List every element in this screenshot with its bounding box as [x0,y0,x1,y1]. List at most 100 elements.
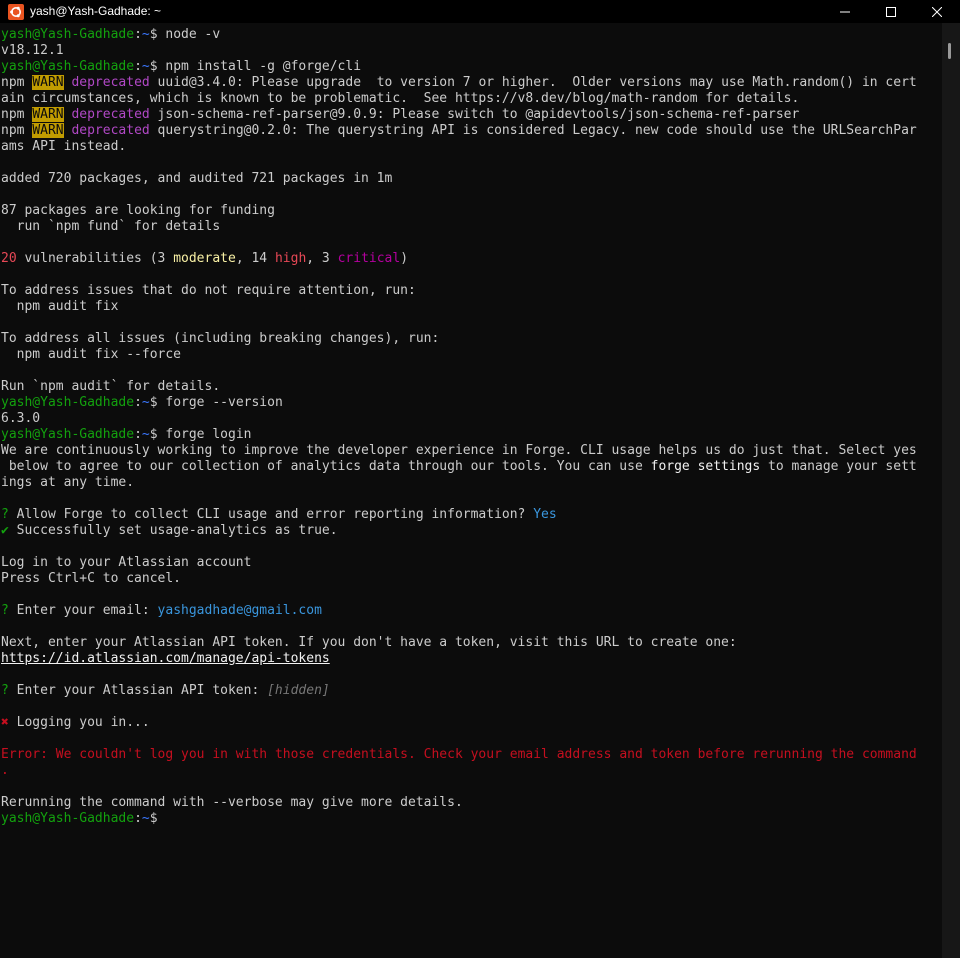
close-button[interactable] [914,0,960,23]
window-titlebar: yash@Yash-Gadhade: ~ [0,0,960,23]
question-line: ? Enter your email: yashgadhade@gmail.co… [1,603,941,619]
prompt-symbol: $ [149,811,158,826]
ubuntu-icon[interactable] [8,4,24,20]
command-text: npm install -g @forge/cli [165,59,362,74]
vuln-critical: critical [337,251,401,266]
failure-line: ✖ Logging you in... [1,715,941,731]
question-text: Enter your Atlassian API token: [8,683,268,698]
npm-label: npm [1,123,33,138]
warning-message: json-schema-ref-parser@9.0.9: Please swi… [157,107,800,122]
question-line: ? Enter your Atlassian API token: [hidde… [1,683,941,699]
question-icon: ? [1,507,9,522]
warning-line: npm WARN deprecated querystring@0.2.0: T… [1,123,941,139]
vuln-text: vulnerabilities (3 [16,251,174,266]
command-text: node -v [165,27,221,42]
prompt-sep: : [134,811,142,826]
close-icon [932,6,942,17]
output-line: below to agree to our collection of anal… [1,459,941,475]
minimize-icon [840,11,850,12]
output-line: added 720 packages, and audited 721 pack… [1,171,393,186]
output-line: npm audit fix [1,299,119,314]
question-text: Enter your email: [8,603,158,618]
intro-text: below to agree to our collection of anal… [1,459,651,474]
vuln-count: 20 [1,251,17,266]
prompt-line: yash@Yash-Gadhade:~$ npm install -g @for… [1,59,941,75]
prompt-symbol: $ [149,427,166,442]
prompt-user: yash@Yash-Gadhade [1,427,135,442]
maximize-icon [886,6,896,17]
terminal-output[interactable]: yash@Yash-Gadhade:~$ node -v v18.12.1 ya… [1,27,941,958]
prompt-path: ~ [141,59,150,74]
command-text: forge login [165,427,252,442]
output-line: To address issues that do not require at… [1,283,416,298]
warning-continuation: ain circumstances, which is known to be … [1,91,800,106]
success-line: ✔ Successfully set usage-analytics as tr… [1,523,941,539]
scrollbar-thumb[interactable] [948,43,951,59]
deprecated-tag: deprecated [63,107,158,122]
npm-label: npm [1,107,33,122]
forge-settings-command: forge settings [650,459,761,474]
warning-message: querystring@0.2.0: The querystring API i… [157,123,917,138]
token-hidden-value: [hidden] [267,683,330,698]
warning-message: uuid@3.4.0: Please upgrade to version 7 … [157,75,917,90]
prompt-user: yash@Yash-Gadhade [1,59,135,74]
error-label: Error: [1,747,48,762]
error-message: We couldn't log you in with those creden… [47,747,917,762]
intro-text: to manage your sett [760,459,917,474]
prompt-symbol: $ [149,59,166,74]
vuln-high: high [274,251,307,266]
question-icon: ? [1,683,9,698]
checkmark-icon: ✔ [1,523,9,538]
maximize-button[interactable] [868,0,914,23]
warning-continuation: ams API instead. [1,139,127,154]
vuln-text: , 3 [306,251,338,266]
warn-badge: WARN [32,75,64,90]
prompt-line: yash@Yash-Gadhade:~$ node -v [1,27,941,43]
output-line: 6.3.0 [1,411,41,426]
output-line: Next, enter your Atlassian API token. If… [1,635,737,650]
prompt-user: yash@Yash-Gadhade [1,395,135,410]
output-line: To address all issues (including breakin… [1,331,440,346]
prompt-user: yash@Yash-Gadhade [1,811,135,826]
question-text: Allow Forge to collect CLI usage and err… [8,507,534,522]
vuln-moderate: moderate [173,251,236,266]
deprecated-tag: deprecated [63,75,158,90]
email-value: yashgadhade@gmail.com [157,603,322,618]
cross-icon: ✖ [1,715,9,730]
error-line: Error: We couldn't log you in with those… [1,747,941,763]
prompt-user: yash@Yash-Gadhade [1,27,135,42]
prompt-symbol: $ [149,395,166,410]
scrollbar[interactable] [942,23,960,958]
output-line: Press Ctrl+C to cancel. [1,571,182,586]
prompt-path: ~ [141,395,150,410]
prompt-path: ~ [141,27,150,42]
warning-line: npm WARN deprecated json-schema-ref-pars… [1,107,941,123]
output-line: v18.12.1 [1,43,64,58]
prompt-sep: : [134,27,142,42]
prompt-symbol: $ [149,27,166,42]
deprecated-tag: deprecated [63,123,158,138]
vuln-text: , 14 [235,251,275,266]
success-text: Successfully set usage-analytics as true… [8,523,338,538]
output-line: ings at any time. [1,475,135,490]
prompt-path: ~ [141,811,150,826]
prompt-sep: : [134,395,142,410]
prompt-line: yash@Yash-Gadhade:~$ [1,811,941,827]
prompt-sep: : [134,427,142,442]
api-token-link[interactable]: https://id.atlassian.com/manage/api-toke… [1,651,330,666]
prompt-sep: : [134,59,142,74]
minimize-button[interactable] [822,0,868,23]
prompt-line: yash@Yash-Gadhade:~$ forge --version [1,395,941,411]
output-line: run `npm fund` for details [1,219,221,234]
question-icon: ? [1,603,9,618]
